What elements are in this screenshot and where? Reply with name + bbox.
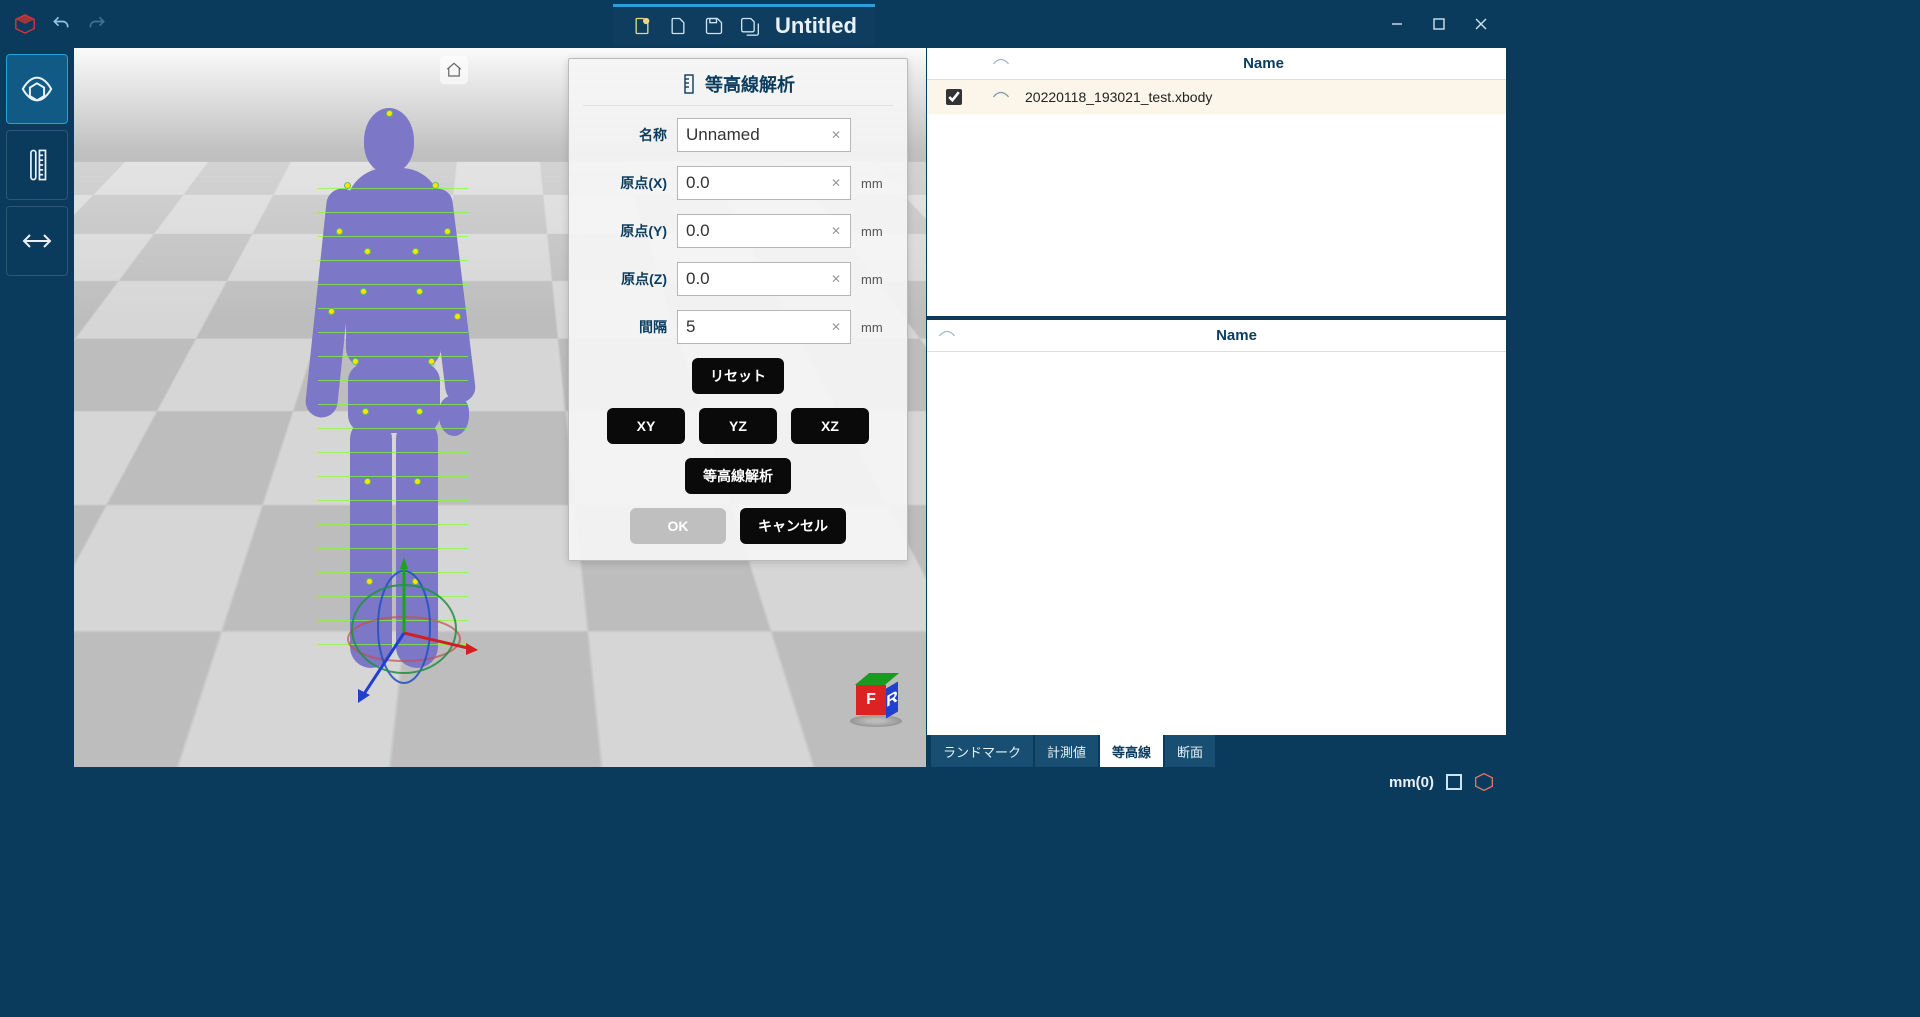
titlebar: Untitled (0, 0, 1506, 48)
col-name-header: Name (1021, 55, 1506, 72)
tool-measure[interactable] (6, 130, 68, 200)
label-name: 名称 (583, 125, 667, 145)
new-doc-icon[interactable] (631, 15, 653, 37)
input-interval[interactable] (677, 310, 851, 344)
status-bar: mm(0) (0, 767, 1506, 797)
status-units: mm(0) (1389, 774, 1434, 791)
bottom-list (927, 352, 1506, 735)
tab-landmark[interactable]: ランドマーク (931, 735, 1033, 767)
item-checkbox[interactable] (946, 89, 962, 105)
unit-interval: mm (861, 320, 893, 335)
viewport-3d[interactable]: R F 等高線解析 名称 ✕ (74, 48, 926, 767)
maximize-button[interactable] (1422, 10, 1456, 38)
input-name[interactable] (677, 118, 851, 152)
view-cube[interactable]: R F (850, 675, 902, 727)
unit-oy: mm (861, 224, 893, 239)
panel-title: 等高線解析 (705, 71, 795, 97)
col-visibility-icon (981, 57, 1021, 71)
save-all-icon[interactable] (739, 15, 761, 37)
orientation-gizmo[interactable] (324, 547, 484, 707)
clear-oy-icon[interactable]: ✕ (827, 222, 845, 240)
minimize-button[interactable] (1380, 10, 1414, 38)
undo-icon[interactable] (50, 13, 72, 35)
home-view-icon[interactable] (440, 56, 468, 84)
input-origin-y[interactable] (677, 214, 851, 248)
clear-ox-icon[interactable]: ✕ (827, 174, 845, 192)
contour-analysis-panel: 等高線解析 名称 ✕ 原点(X) ✕ mm (568, 58, 908, 561)
ruler-icon (681, 74, 697, 94)
top-list: 20220118_193021_test.xbody (927, 80, 1506, 316)
label-interval: 間隔 (583, 317, 667, 337)
app-window: Untitled (0, 0, 1506, 797)
col-name-header-2: Name (967, 327, 1506, 344)
item-name: 20220118_193021_test.xbody (1021, 89, 1506, 105)
unit-ox: mm (861, 176, 893, 191)
tab-section[interactable]: 断面 (1165, 735, 1215, 767)
top-list-header: Name (927, 48, 1506, 80)
visibility-icon[interactable] (981, 90, 1021, 104)
input-origin-z[interactable] (677, 262, 851, 296)
unit-oz: mm (861, 272, 893, 287)
document-title: Untitled (775, 13, 857, 39)
plane-xz-button[interactable]: XZ (791, 408, 869, 444)
label-origin-z: 原点(Z) (583, 269, 667, 289)
cancel-button[interactable]: キャンセル (740, 508, 846, 544)
label-origin-y: 原点(Y) (583, 221, 667, 241)
redo-icon[interactable] (86, 13, 108, 35)
tool-rail (0, 48, 74, 767)
clear-name-icon[interactable]: ✕ (827, 126, 845, 144)
right-panel: Name 20220118_193021_test.xbody Name (926, 48, 1506, 767)
tool-width[interactable] (6, 206, 68, 276)
ok-button[interactable]: OK (630, 508, 726, 544)
open-doc-icon[interactable] (667, 15, 689, 37)
col-visibility-icon-2 (927, 329, 967, 343)
input-origin-x[interactable] (677, 166, 851, 200)
title-toolbar: Untitled (613, 4, 875, 45)
save-icon[interactable] (703, 15, 725, 37)
plane-yz-button[interactable]: YZ (699, 408, 777, 444)
tool-view[interactable] (6, 54, 68, 124)
plane-xy-button[interactable]: XY (607, 408, 685, 444)
bottom-tabs: ランドマーク 計測値 等高線 断面 (927, 735, 1506, 767)
label-origin-x: 原点(X) (583, 173, 667, 193)
clear-oz-icon[interactable]: ✕ (827, 270, 845, 288)
clear-interval-icon[interactable]: ✕ (827, 318, 845, 336)
tab-contour[interactable]: 等高線 (1100, 735, 1163, 767)
close-button[interactable] (1464, 10, 1498, 38)
status-logo-icon[interactable] (1474, 772, 1494, 792)
bottom-list-header: Name (927, 320, 1506, 352)
status-box-icon[interactable] (1446, 774, 1462, 790)
list-item[interactable]: 20220118_193021_test.xbody (927, 80, 1506, 114)
analyze-button[interactable]: 等高線解析 (685, 458, 791, 494)
app-logo-icon (14, 13, 36, 35)
tab-measure[interactable]: 計測値 (1035, 735, 1098, 767)
reset-button[interactable]: リセット (692, 358, 784, 394)
